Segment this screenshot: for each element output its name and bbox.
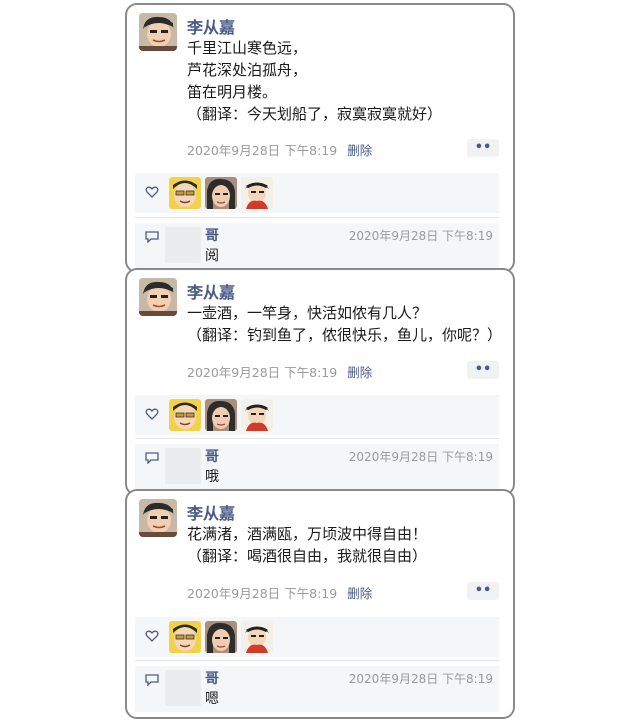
comment-icon xyxy=(145,452,159,464)
divider xyxy=(135,438,499,439)
post-line: 芦花深处泊孤舟， xyxy=(187,61,308,79)
post-meta: 2020年9月28日 下午8:19 删除 xyxy=(187,583,372,602)
more-actions-button[interactable]: •• xyxy=(467,361,499,379)
delete-link[interactable]: 删除 xyxy=(347,143,372,158)
comment-row[interactable]: 哥 2020年9月28日 下午8:19 哦 xyxy=(135,444,499,490)
comment-time: 2020年9月28日 下午8:19 xyxy=(348,229,493,243)
more-actions-button[interactable]: •• xyxy=(467,139,499,157)
post-line: 笛在明月楼。 xyxy=(187,83,278,101)
comment-icon xyxy=(145,231,159,243)
moment-card: 李从嘉 千里江山寒色远， 芦花深处泊孤舟， 笛在明月楼。 （翻译：今天划船了，寂… xyxy=(125,3,515,273)
liker-avatar[interactable] xyxy=(241,399,273,431)
liker-avatar[interactable] xyxy=(169,621,201,653)
comment-time: 2020年9月28日 下午8:19 xyxy=(348,450,493,464)
likes-row xyxy=(135,173,499,213)
author-avatar[interactable] xyxy=(139,13,177,51)
commenter-name[interactable]: 哥 xyxy=(205,446,219,466)
commenter-name[interactable]: 哥 xyxy=(205,668,219,688)
liker-avatar[interactable] xyxy=(205,621,237,653)
post-line: （翻译：喝酒很自由，我就很自由） xyxy=(187,547,428,565)
author-name[interactable]: 李从嘉 xyxy=(187,14,235,38)
delete-link[interactable]: 删除 xyxy=(347,365,372,380)
liker-avatar[interactable] xyxy=(169,399,201,431)
moment-card: 李从嘉 一壶酒，一竿身，快活如侬有几人？ （翻译：钓到鱼了，侬很快乐，鱼儿，你呢… xyxy=(125,268,515,496)
post-content: 千里江山寒色远， 芦花深处泊孤舟， 笛在明月楼。 （翻译：今天划船了，寂寞寂寞就… xyxy=(187,37,507,125)
comment-text: 嗯 xyxy=(205,691,219,707)
liker-avatar[interactable] xyxy=(241,621,273,653)
divider xyxy=(135,217,499,218)
commenter-avatar[interactable] xyxy=(165,227,201,263)
liker-avatar[interactable] xyxy=(169,177,201,209)
likes-row xyxy=(135,395,499,435)
liker-avatar[interactable] xyxy=(205,399,237,431)
heart-icon xyxy=(145,630,159,642)
post-content: 花满渚，酒满瓯，万顷波中得自由！ （翻译：喝酒很自由，我就很自由） xyxy=(187,523,507,567)
author-avatar[interactable] xyxy=(139,499,177,537)
comment-row[interactable]: 哥 2020年9月28日 下午8:19 阅 xyxy=(135,223,499,269)
divider xyxy=(135,660,499,661)
comment-text: 哦 xyxy=(205,469,219,485)
comment-time: 2020年9月28日 下午8:19 xyxy=(348,672,493,686)
commenter-avatar[interactable] xyxy=(165,670,201,706)
author-avatar[interactable] xyxy=(139,278,177,316)
post-line: （翻译：钓到鱼了，侬很快乐，鱼儿，你呢？） xyxy=(187,326,503,344)
post-time: 2020年9月28日 下午8:19 xyxy=(187,586,338,601)
likes-row xyxy=(135,617,499,657)
comment-text: 阅 xyxy=(205,248,219,264)
post-meta: 2020年9月28日 下午8:19 删除 xyxy=(187,362,372,381)
liker-avatar[interactable] xyxy=(241,177,273,209)
more-actions-button[interactable]: •• xyxy=(467,582,499,600)
comment-row[interactable]: 哥 2020年9月28日 下午8:19 嗯 xyxy=(135,666,499,712)
author-name[interactable]: 李从嘉 xyxy=(187,500,235,524)
post-line: 千里江山寒色远， xyxy=(187,39,308,57)
author-name[interactable]: 李从嘉 xyxy=(187,279,235,303)
post-line: 花满渚，酒满瓯，万顷波中得自由！ xyxy=(187,525,428,543)
liker-avatar[interactable] xyxy=(205,177,237,209)
heart-icon xyxy=(145,186,159,198)
heart-icon xyxy=(145,408,159,420)
commenter-avatar[interactable] xyxy=(165,448,201,484)
post-content: 一壶酒，一竿身，快活如侬有几人？ （翻译：钓到鱼了，侬很快乐，鱼儿，你呢？） xyxy=(187,302,507,346)
post-time: 2020年9月28日 下午8:19 xyxy=(187,143,338,158)
moment-card: 李从嘉 花满渚，酒满瓯，万顷波中得自由！ （翻译：喝酒很自由，我就很自由） 20… xyxy=(125,489,515,719)
post-line: 一壶酒，一竿身，快活如侬有几人？ xyxy=(187,304,428,322)
delete-link[interactable]: 删除 xyxy=(347,586,372,601)
post-meta: 2020年9月28日 下午8:19 删除 xyxy=(187,140,372,159)
post-time: 2020年9月28日 下午8:19 xyxy=(187,365,338,380)
commenter-name[interactable]: 哥 xyxy=(205,225,219,245)
comment-icon xyxy=(145,674,159,686)
post-line: （翻译：今天划船了，寂寞寂寞就好） xyxy=(187,105,443,123)
